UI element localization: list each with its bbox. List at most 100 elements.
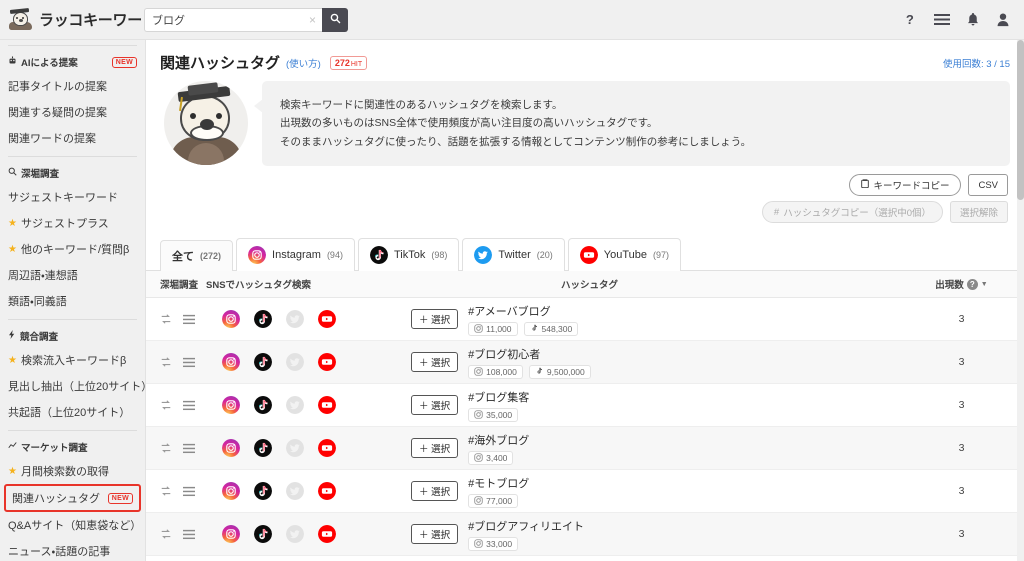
instagram-icon (474, 367, 483, 376)
sidebar-item-3-0[interactable]: ★ 月間検索数の取得 (0, 458, 145, 484)
instagram-icon[interactable] (222, 396, 240, 415)
twitter-icon[interactable] (286, 396, 304, 415)
select-button[interactable]: ＋ 選択 (411, 309, 459, 330)
user-icon[interactable] (996, 12, 1010, 27)
youtube-icon[interactable] (318, 525, 336, 544)
sidebar-item-3-1[interactable]: 関連ハッシュタグ NEW (4, 484, 141, 512)
table-row: ＋ 選択 #海外ブログ 3,400 3 (146, 427, 1024, 471)
help-icon[interactable]: ? (905, 12, 918, 27)
hashtag-stats: 3,400 (468, 450, 529, 465)
select-button[interactable]: ＋ 選択 (411, 395, 459, 416)
sidebar-item-2-1[interactable]: 見出し抽出（上位20サイト） (0, 373, 145, 399)
tiktok-icon[interactable] (254, 525, 272, 544)
tiktok-icon[interactable] (254, 396, 272, 415)
instagram-icon[interactable] (222, 525, 240, 544)
sidebar-item-1-4[interactable]: 類語・同義語 (0, 288, 145, 314)
tiktok-icon (369, 246, 388, 265)
hash-icon: # (773, 206, 780, 218)
occurrence-count: 3 (958, 313, 965, 326)
twitter-icon[interactable] (286, 482, 304, 501)
sidebar-item-1-2[interactable]: ★ 他のキーワード/質問β (0, 236, 145, 262)
youtube-icon[interactable] (318, 396, 336, 415)
select-button[interactable]: ＋ 選択 (411, 352, 459, 373)
expand-icon[interactable] (160, 528, 172, 540)
instagram-icon[interactable] (222, 353, 240, 372)
sidebar: AIによる提案 NEW 記事タイトルの提案 関連する疑問の提案 関連ワードの提案 深堀調査… (0, 40, 146, 561)
caret-down-icon[interactable]: ▼ (981, 281, 988, 288)
hashtag-copy-button[interactable]: # ハッシュタグコピー（選択中0個） (761, 201, 943, 224)
twitter-icon[interactable] (286, 353, 304, 372)
expand-icon[interactable] (160, 485, 172, 497)
instagram-icon[interactable] (222, 482, 240, 501)
tiktok-icon (535, 367, 544, 376)
tiktok-icon[interactable] (254, 482, 272, 501)
sidebar-item-1-3[interactable]: 周辺語・連想語 (0, 262, 145, 288)
tab-label: 全て (172, 251, 194, 264)
list-menu-icon[interactable] (183, 314, 195, 325)
brand[interactable]: ラッコキーワード (0, 7, 157, 31)
list-menu-icon[interactable] (183, 443, 195, 454)
howto-link[interactable]: (使い方) (286, 56, 321, 70)
instagram-icon (474, 410, 483, 419)
sidebar-item-label: 関連する疑問の提案 (8, 107, 107, 119)
tiktok-icon[interactable] (254, 353, 272, 372)
search-input[interactable] (152, 13, 307, 26)
twitter-icon[interactable] (286, 310, 304, 329)
sidebar-item-0-0[interactable]: 記事タイトルの提案 (0, 73, 145, 99)
instagram-icon[interactable] (222, 310, 240, 329)
sidebar-item-0-2[interactable]: 関連ワードの提案 (0, 125, 145, 151)
instagram-icon[interactable] (222, 439, 240, 458)
expand-icon[interactable] (160, 399, 172, 411)
help-icon[interactable]: ? (966, 278, 978, 290)
stat-value: 35,000 (486, 409, 513, 420)
scrollbar[interactable] (1017, 40, 1024, 561)
clear-search-icon[interactable]: × (307, 13, 318, 27)
scrollbar-thumb[interactable] (1017, 40, 1024, 200)
youtube-icon[interactable] (318, 310, 336, 329)
twitter-icon[interactable] (286, 439, 304, 458)
bell-icon[interactable] (966, 12, 980, 27)
sidebar-divider (8, 45, 137, 46)
topbar-actions: ? (905, 12, 1024, 27)
youtube-icon[interactable] (318, 353, 336, 372)
menu-icon[interactable] (934, 13, 950, 26)
list-menu-icon[interactable] (183, 357, 195, 368)
tab-twitter[interactable]: Twitter (20) (462, 238, 565, 272)
search-submit-button[interactable] (322, 7, 348, 32)
sidebar-item-1-0[interactable]: サジェストキーワード (0, 184, 145, 210)
sidebar-item-1-1[interactable]: ★ サジェストプラス (0, 210, 145, 236)
sidebar-item-3-3[interactable]: ニュース・話題の記事 (0, 538, 145, 561)
deselect-button[interactable]: 選択解除 (949, 201, 1008, 224)
select-button[interactable]: ＋ 選択 (411, 481, 459, 502)
sidebar-item-3-2[interactable]: Q&Aサイト（知恵袋など） (0, 512, 145, 538)
tab-all[interactable]: 全て (272) (160, 240, 234, 272)
expand-icon[interactable] (160, 442, 172, 454)
list-menu-icon[interactable] (183, 486, 195, 497)
sidebar-item-2-0[interactable]: ★ 検索流入キーワードβ (0, 347, 145, 373)
youtube-icon[interactable] (318, 482, 336, 501)
lightning-icon (8, 330, 16, 342)
list-menu-icon[interactable] (183, 529, 195, 540)
tab-tiktok[interactable]: TikTok (98) (357, 238, 460, 272)
sidebar-item-0-1[interactable]: 関連する疑問の提案 (0, 99, 145, 125)
sidebar-section-1: 深堀調査 (0, 162, 145, 184)
keyword-copy-button[interactable]: キーワードコピー (849, 174, 962, 197)
stat-value: 548,300 (541, 323, 573, 334)
tab-instagram[interactable]: Instagram (94) (236, 238, 355, 272)
twitter-icon[interactable] (286, 525, 304, 544)
column-header-count[interactable]: 出現数 ? ▼ (899, 277, 1024, 291)
list-menu-icon[interactable] (183, 400, 195, 411)
hashtag-stats: 77,000 (468, 493, 529, 508)
tab-count: (20) (536, 250, 553, 261)
csv-button[interactable]: CSV (968, 174, 1008, 197)
tiktok-icon[interactable] (254, 310, 272, 329)
table-body: ＋ 選択 #アメーバブログ 11,000 548,300 3 ＋ 選択 #ブログ初心者 108… (146, 298, 1024, 557)
tab-youtube[interactable]: YouTube (97) (567, 238, 682, 272)
select-button[interactable]: ＋ 選択 (411, 438, 459, 459)
youtube-icon[interactable] (318, 439, 336, 458)
expand-icon[interactable] (160, 356, 172, 368)
select-button[interactable]: ＋ 選択 (411, 524, 459, 545)
tiktok-icon[interactable] (254, 439, 272, 458)
expand-icon[interactable] (160, 313, 172, 325)
sidebar-item-2-2[interactable]: 共起語（上位20サイト） (0, 399, 145, 425)
